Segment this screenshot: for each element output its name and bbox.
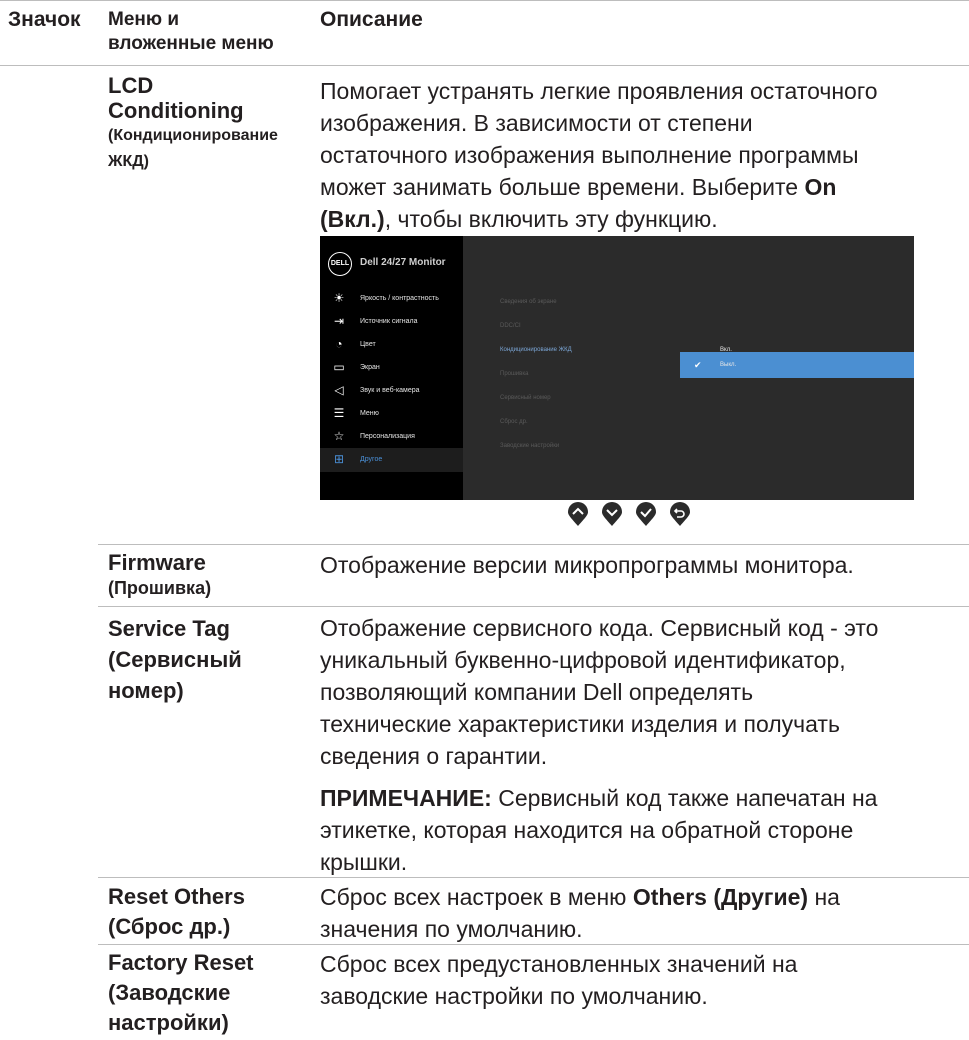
star-icon: ☆	[333, 429, 345, 443]
factory-reset-name: Factory Reset (Заводские настройки)	[108, 950, 254, 1035]
check-icon: ✔	[694, 360, 702, 370]
osd-submenu-lcd-conditioning[interactable]: Кондиционирование ЖКД	[500, 344, 572, 356]
input-source-icon: ⇥	[333, 314, 345, 328]
osd-submenu-service-tag[interactable]: Сервисный номер	[500, 392, 551, 404]
firmware-desc: Отображение версии микропрограммы монито…	[320, 552, 854, 578]
header-menu-col: Меню и вложенные меню	[108, 9, 274, 54]
dell-logo: DELL	[328, 252, 352, 276]
audio-icon: ◁	[334, 383, 344, 397]
brightness-icon: ☀	[333, 291, 345, 305]
osd-menu-item-audio[interactable]: ◁ Звук и веб-камера	[320, 379, 463, 403]
osd-menu-item-menu[interactable]: ☰ Меню	[320, 402, 463, 426]
osd-menu-item-color[interactable]: ◔ Цвет	[320, 333, 463, 357]
back-icon[interactable]	[667, 502, 693, 528]
service-tag-desc: Отображение сервисного кода. Сервисный к…	[320, 615, 879, 769]
reset-others-name: Reset Others (Сброс др.)	[108, 884, 245, 939]
firmware-name: Firmware (Прошивка)	[108, 550, 212, 598]
display-icon: ▭	[333, 360, 345, 374]
header-icon-col: Значок	[8, 8, 81, 31]
osd-submenu-firmware[interactable]: Прошивка	[500, 368, 528, 380]
osd-submenu-display-info[interactable]: Сведения об экране	[500, 296, 557, 308]
check-icon[interactable]	[633, 502, 659, 528]
down-icon[interactable]	[599, 502, 625, 528]
service-tag-note: ПРИМЕЧАНИЕ: Сервисный код также напечата…	[320, 785, 878, 875]
factory-reset-desc: Сброс всех предустановленных значений на…	[320, 951, 798, 1009]
osd-submenu-factory-reset[interactable]: Заводские настройки	[500, 440, 559, 452]
osd-option-off[interactable]: ✔ Выкл.	[680, 352, 914, 378]
lcd-conditioning-desc: Помогает устранять легкие проявления ост…	[320, 78, 878, 232]
osd-submenu-ddcci[interactable]: DDC/CI	[500, 320, 521, 332]
osd-menu-item-brightness[interactable]: ☀ Яркость / контрастность	[320, 287, 463, 311]
osd-menu-item-personalize[interactable]: ☆ Персонализация	[320, 425, 463, 449]
osd-model-title: Dell 24/27 Monitor	[360, 257, 446, 268]
up-icon[interactable]	[565, 502, 591, 528]
osd-sidebar: DELL Dell 24/27 Monitor ☀ Яркость / конт…	[320, 236, 463, 500]
lcd-conditioning-name: LCD Conditioning (Кондиционирование ЖКД)	[108, 73, 278, 170]
osd-submenu-reset-others[interactable]: Сброс др.	[500, 416, 528, 428]
osd-menu-screenshot: DELL Dell 24/27 Monitor ☀ Яркость / конт…	[320, 236, 914, 500]
menu-icon: ☰	[333, 406, 345, 420]
others-icon: ⊞	[333, 452, 345, 466]
reset-others-desc: Сброс всех настроек в меню Others (Други…	[320, 884, 840, 942]
header-desc-col: Описание	[320, 8, 423, 31]
osd-menu-item-display[interactable]: ▭ Экран	[320, 356, 463, 380]
color-icon: ◔	[335, 337, 343, 351]
service-tag-name: Service Tag (Сервисный номер)	[108, 616, 242, 703]
osd-menu-item-input-source[interactable]: ⇥ Источник сигнала	[320, 310, 463, 334]
osd-menu-item-others[interactable]: ⊞ Другое	[320, 448, 463, 472]
